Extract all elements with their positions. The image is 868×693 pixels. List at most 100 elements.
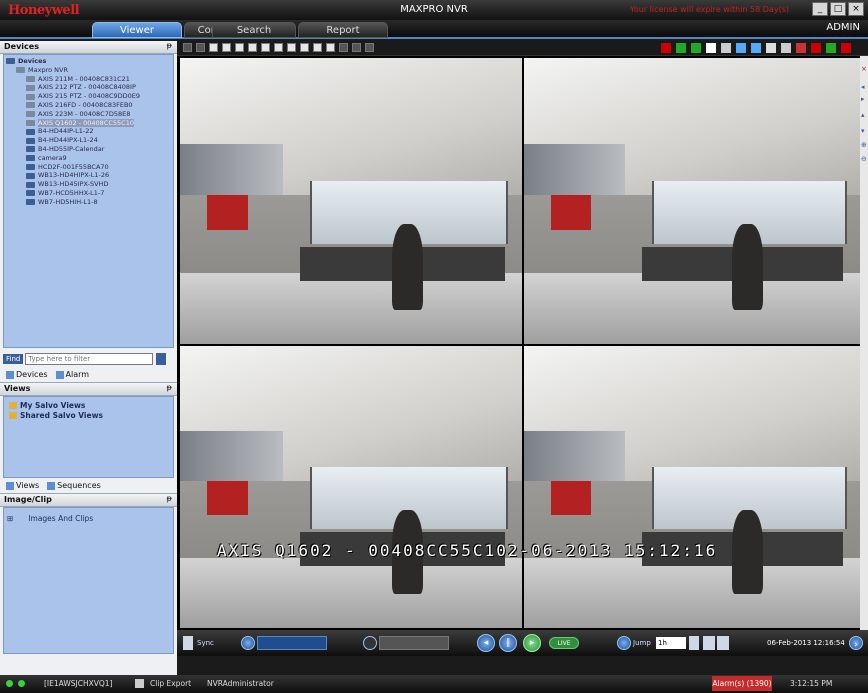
arrow-left-icon[interactable]: ◂ xyxy=(861,84,867,91)
user-menu[interactable]: ADMIN xyxy=(826,22,860,33)
camera-tile-4[interactable] xyxy=(524,346,860,628)
layout-button[interactable] xyxy=(196,43,205,52)
pin-icon[interactable]: ᵽ xyxy=(167,383,172,392)
rewind-icon[interactable]: ◂ xyxy=(477,634,495,652)
step-icon[interactable] xyxy=(363,636,377,650)
subtab-devices[interactable]: Devices xyxy=(6,370,48,379)
document-icon[interactable] xyxy=(706,43,716,53)
layout-button[interactable] xyxy=(352,43,361,52)
close-icon[interactable]: × xyxy=(861,66,867,73)
dropdown-icon[interactable] xyxy=(689,636,699,650)
layout-button[interactable] xyxy=(235,43,244,52)
device-item[interactable]: B4-HD55IP-Calendar xyxy=(6,145,173,154)
image-tree: ⊞ Images And Clips xyxy=(3,507,174,654)
trigger-icon[interactable] xyxy=(676,43,686,53)
close-icon[interactable]: × xyxy=(848,2,864,16)
layout-button[interactable] xyxy=(222,43,231,52)
jump-icon[interactable] xyxy=(617,636,631,650)
device-item[interactable]: B4-HD44IP-L1-22 xyxy=(6,127,173,136)
jump-back-icon[interactable] xyxy=(703,636,715,650)
device-item[interactable]: AXIS 223M - 00408C7D58E8 xyxy=(6,110,173,119)
network-icon[interactable] xyxy=(751,43,761,53)
layout-button[interactable] xyxy=(261,43,270,52)
settings-icon[interactable] xyxy=(766,43,776,53)
device-filter-input[interactable] xyxy=(25,353,154,365)
tree-nvr[interactable]: Maxpro NVR xyxy=(6,65,173,75)
maximize-icon[interactable]: □ xyxy=(830,2,846,16)
expand-icon[interactable]: ⊞ xyxy=(7,514,13,523)
layout-button[interactable] xyxy=(209,43,218,52)
speed-slider[interactable] xyxy=(257,636,327,650)
camera-icon xyxy=(26,119,35,126)
zoom-in-icon[interactable]: ⊕ xyxy=(861,142,867,149)
layout-button[interactable] xyxy=(339,43,348,52)
pin-icon[interactable]: ᵽ xyxy=(167,494,172,503)
speed-icon[interactable] xyxy=(241,636,255,650)
zoom-out-icon[interactable]: ⊖ xyxy=(861,156,867,163)
sync-checkbox[interactable] xyxy=(183,636,193,650)
layout-button[interactable] xyxy=(274,43,283,52)
record-icon[interactable] xyxy=(661,43,671,53)
device-item[interactable]: AXIS 212 PTZ - 00408C8408IP xyxy=(6,83,173,92)
close-icon[interactable] xyxy=(811,43,821,53)
report-icon[interactable] xyxy=(721,43,731,53)
device-item[interactable]: B4-HD44IPX-L1-24 xyxy=(6,136,173,145)
minimize-icon[interactable]: _ xyxy=(812,2,828,16)
device-item[interactable]: AXIS Q1602 - 00408CC55C10 xyxy=(6,118,173,128)
subtab-sequences[interactable]: Sequences xyxy=(47,481,101,490)
layout-button[interactable] xyxy=(287,43,296,52)
layout-button[interactable] xyxy=(183,43,192,52)
device-item[interactable]: AXIS 215 PTZ - 00408C9DD0E9 xyxy=(6,92,173,101)
clip-export-icon[interactable] xyxy=(135,679,144,688)
filter-icon[interactable] xyxy=(156,353,167,365)
live-button[interactable]: LIVE xyxy=(549,637,579,649)
images-and-clips-item[interactable]: ⊞ Images And Clips xyxy=(7,513,170,523)
step-slider[interactable] xyxy=(379,636,449,650)
device-item[interactable]: WB13-HD4HIPX-L1-26 xyxy=(6,171,173,180)
play-icon[interactable]: ▸ xyxy=(523,634,541,652)
grid-icon[interactable] xyxy=(781,43,791,53)
arrow-down-icon[interactable]: ▾ xyxy=(861,128,867,135)
device-item[interactable]: AXIS 211M - 00408C831C21 xyxy=(6,75,173,84)
pause-icon[interactable]: ∥ xyxy=(499,634,517,652)
clip-export-label[interactable]: Clip Export xyxy=(150,679,191,688)
tree-nvr-label: Maxpro NVR xyxy=(28,65,68,74)
export-icon[interactable] xyxy=(736,43,746,53)
exit-icon[interactable] xyxy=(841,43,851,53)
arrow-up-icon[interactable]: ▴ xyxy=(861,112,867,119)
pin-icon[interactable]: ᵽ xyxy=(167,41,172,50)
status-dot-icon xyxy=(18,680,25,687)
tab-viewer[interactable]: Viewer xyxy=(92,22,182,38)
help-icon[interactable] xyxy=(826,43,836,53)
device-item[interactable]: AXIS 216FD - 00408C83FEB0 xyxy=(6,101,173,110)
folder-icon xyxy=(9,401,17,409)
jump-forward-icon[interactable] xyxy=(717,636,729,650)
device-item[interactable]: WB13-HD45IPX-SVHD xyxy=(6,180,173,189)
layout-button[interactable] xyxy=(300,43,309,52)
subtab-alarm[interactable]: Alarm xyxy=(55,370,89,379)
alert-icon[interactable] xyxy=(796,43,806,53)
layout-button[interactable] xyxy=(313,43,322,52)
go-icon[interactable]: › xyxy=(849,636,863,650)
layout-button[interactable] xyxy=(326,43,335,52)
device-item[interactable]: HCD2F-001F55BCA70 xyxy=(6,163,173,172)
layout-button[interactable] xyxy=(365,43,374,52)
camera-tile-3[interactable] xyxy=(180,346,522,628)
layout-button[interactable] xyxy=(248,43,257,52)
tab-search[interactable]: Search xyxy=(212,22,296,38)
views-item-shared-salvo[interactable]: Shared Salvo Views xyxy=(9,410,168,420)
alarm-count-badge[interactable]: Alarm(s) (1390) xyxy=(712,676,772,691)
arrow-right-icon[interactable]: ▸ xyxy=(861,96,867,103)
subtab-views[interactable]: Views xyxy=(6,481,39,490)
camera-tile-2[interactable] xyxy=(524,58,860,344)
tab-report[interactable]: Report xyxy=(298,22,388,38)
device-item[interactable]: WB7-HD5HIH-L1-8 xyxy=(6,198,173,207)
camera-tile-1[interactable] xyxy=(180,58,522,344)
play-icon[interactable] xyxy=(691,43,701,53)
device-item[interactable]: camera9 xyxy=(6,154,173,163)
tree-root[interactable]: Devices xyxy=(6,57,173,66)
jump-select[interactable]: 1h xyxy=(656,637,686,649)
clock: 3:12:15 PM xyxy=(790,679,833,688)
device-item[interactable]: WB7-HCD5HHX-L1-7 xyxy=(6,189,173,198)
views-item-my-salvo[interactable]: My Salvo Views xyxy=(9,400,168,410)
